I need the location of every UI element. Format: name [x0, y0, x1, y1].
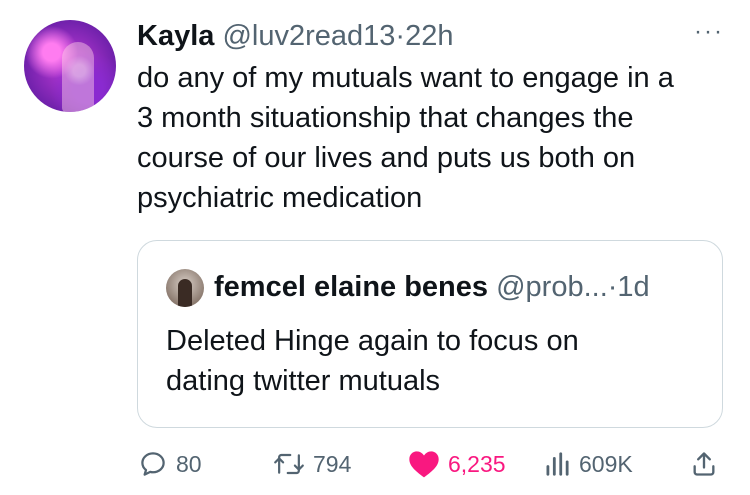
- like-button[interactable]: 6,235: [408, 444, 506, 484]
- quoted-author-handle[interactable]: @prob...: [496, 271, 608, 303]
- tweet-text-line: course of our lives and puts us both on: [137, 142, 636, 174]
- author-handle[interactable]: @luv2read13: [222, 20, 395, 52]
- retweet-icon: [274, 453, 304, 475]
- quoted-author-avatar[interactable]: [166, 269, 204, 307]
- retweet-count: 794: [313, 450, 352, 477]
- quoted-header-separator: ·: [607, 271, 618, 303]
- heart-icon: [409, 451, 439, 478]
- quoted-text-line: Deleted Hinge again to focus on: [166, 325, 579, 357]
- views-icon: [546, 452, 569, 476]
- tweet-text-line: do any of my mutuals want to engage in a: [137, 62, 674, 94]
- share-icon: [693, 452, 715, 476]
- quoted-avatar-photo: [178, 279, 192, 307]
- author-name[interactable]: Kayla: [137, 20, 214, 52]
- tweet-text: do any of my mutuals want to engage in a…: [137, 58, 737, 218]
- quoted-tweet-header: femcel elaine benes @prob...·1d: [214, 269, 650, 305]
- quoted-text-line: dating twitter mutuals: [166, 365, 441, 397]
- quoted-tweet-text: Deleted Hinge again to focus on dating t…: [166, 321, 579, 401]
- avatar-photo: [62, 42, 94, 112]
- tweet-time[interactable]: 22h: [405, 20, 453, 52]
- share-button[interactable]: [690, 444, 718, 484]
- tweet-text-line: 3 month situationship that changes the: [137, 102, 634, 134]
- views-count: 609K: [579, 450, 633, 477]
- tweet-text-line: psychiatric medication: [137, 182, 423, 214]
- quoted-tweet-time[interactable]: 1d: [617, 271, 649, 303]
- like-count: 6,235: [448, 450, 506, 477]
- author-avatar[interactable]: [24, 20, 116, 112]
- reply-icon: [141, 452, 165, 476]
- quoted-tweet[interactable]: femcel elaine benes @prob...·1d Deleted …: [137, 240, 723, 428]
- reply-button[interactable]: 80: [138, 444, 202, 484]
- views-button[interactable]: 609K: [543, 444, 633, 484]
- tweet-header: Kayla @luv2read13·22h: [137, 18, 453, 54]
- header-separator: ·: [395, 20, 406, 52]
- more-icon[interactable]: ···: [694, 20, 724, 44]
- action-bar: 80 794 6,235 609K: [0, 444, 750, 484]
- quoted-author-name[interactable]: femcel elaine benes: [214, 271, 488, 303]
- retweet-button[interactable]: 794: [273, 444, 351, 484]
- reply-count: 80: [176, 450, 202, 477]
